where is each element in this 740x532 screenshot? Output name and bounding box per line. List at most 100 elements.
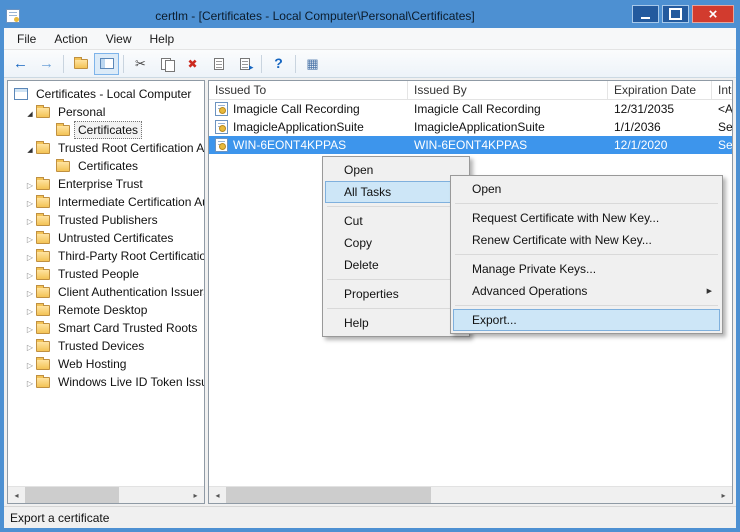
scroll-thumb[interactable]: [226, 487, 431, 503]
back-button[interactable]: [8, 53, 33, 75]
expand-icon[interactable]: [24, 375, 36, 389]
expand-icon[interactable]: [24, 177, 36, 191]
view-options-button[interactable]: [300, 53, 325, 75]
expand-icon[interactable]: [24, 285, 36, 299]
tree-item-windows-live-id[interactable]: Windows Live ID Token Issue: [8, 373, 204, 391]
tree-item-personal[interactable]: Personal: [8, 103, 204, 121]
folder-icon: [36, 251, 50, 262]
minimize-button[interactable]: [632, 5, 659, 23]
folder-icon: [56, 161, 70, 172]
tree-item-trusted-root[interactable]: Trusted Root Certification Au: [8, 139, 204, 157]
menu-file[interactable]: File: [8, 30, 45, 48]
menu-separator: [455, 203, 718, 204]
certificate-row-selected[interactable]: WIN-6EONT4KPPAS WIN-6EONT4KPPAS 12/1/202…: [209, 136, 732, 154]
tree-item-trusted-root-certificates[interactable]: Certificates: [8, 157, 204, 175]
certificate-row[interactable]: ImagicleApplicationSuite ImagicleApplica…: [209, 118, 732, 136]
certificate-icon: [215, 120, 228, 134]
expand-icon[interactable]: [24, 357, 36, 371]
tree-item-web-hosting[interactable]: Web Hosting: [8, 355, 204, 373]
context-menu-item-delete[interactable]: Delete: [325, 254, 467, 276]
scroll-track[interactable]: [25, 487, 187, 503]
copy-button[interactable]: [154, 53, 179, 75]
expand-icon[interactable]: [24, 195, 36, 209]
context-menu-item-cut[interactable]: Cut: [325, 210, 467, 232]
tree-item-personal-certificates[interactable]: Certificates: [8, 121, 204, 139]
scroll-left-button[interactable]: [209, 487, 226, 503]
tree-item-label: Enterprise Trust: [54, 175, 147, 193]
context-menu-item-all-tasks[interactable]: All Tasks: [325, 181, 467, 203]
maximize-button[interactable]: [662, 5, 689, 23]
context-menu-item-help[interactable]: Help: [325, 312, 467, 334]
tree-item-root[interactable]: Certificates - Local Computer: [8, 85, 204, 103]
expand-icon[interactable]: [24, 105, 36, 119]
tree-item-trusted-publishers[interactable]: Trusted Publishers: [8, 211, 204, 229]
column-header-issued-by[interactable]: Issued By: [408, 81, 608, 99]
expand-icon[interactable]: [24, 339, 36, 353]
menu-action[interactable]: Action: [45, 30, 96, 48]
submenu-item-manage-private-keys[interactable]: Manage Private Keys...: [453, 258, 720, 280]
context-menu-item-open[interactable]: Open: [325, 159, 467, 181]
scroll-right-button[interactable]: [715, 487, 732, 503]
close-button[interactable]: [692, 5, 734, 23]
toolbar-separator: [261, 55, 262, 73]
list-horizontal-scrollbar[interactable]: [209, 486, 732, 503]
column-header-intended-purposes[interactable]: Inte: [712, 81, 732, 99]
tree-item-remote-desktop[interactable]: Remote Desktop: [8, 301, 204, 319]
forward-button[interactable]: [34, 53, 59, 75]
tree-horizontal-scrollbar[interactable]: [8, 486, 204, 503]
context-menu-item-copy[interactable]: Copy: [325, 232, 467, 254]
submenu-item-request-certificate-new-key[interactable]: Request Certificate with New Key...: [453, 207, 720, 229]
folder-icon: [56, 125, 70, 136]
folder-icon: [36, 287, 50, 298]
folder-icon: [36, 359, 50, 370]
submenu-item-renew-certificate-new-key[interactable]: Renew Certificate with New Key...: [453, 229, 720, 251]
tree-item-client-auth-issuers[interactable]: Client Authentication Issuers: [8, 283, 204, 301]
folder-icon: [36, 341, 50, 352]
list-header: Issued To Issued By Expiration Date Inte: [209, 81, 732, 100]
tree-item-label: Personal: [54, 103, 109, 121]
properties-icon: [214, 58, 224, 70]
forward-icon: [39, 56, 54, 72]
show-console-tree-button[interactable]: [94, 53, 119, 75]
delete-icon: [187, 56, 197, 72]
tree-item-intermediate-ca[interactable]: Intermediate Certification Au: [8, 193, 204, 211]
expand-icon[interactable]: [24, 303, 36, 317]
tree-item-third-party-root[interactable]: Third-Party Root Certification: [8, 247, 204, 265]
scroll-left-button[interactable]: [8, 487, 25, 503]
tree-item-trusted-devices[interactable]: Trusted Devices: [8, 337, 204, 355]
export-list-button[interactable]: [232, 53, 257, 75]
menu-separator: [327, 308, 465, 309]
scroll-right-button[interactable]: [187, 487, 204, 503]
tree-item-label: Trusted People: [54, 265, 143, 283]
tree-item-trusted-people[interactable]: Trusted People: [8, 265, 204, 283]
tree-item-untrusted-certificates[interactable]: Untrusted Certificates: [8, 229, 204, 247]
scroll-thumb[interactable]: [25, 487, 119, 503]
scroll-track[interactable]: [226, 487, 715, 503]
expand-icon[interactable]: [24, 321, 36, 335]
expand-icon[interactable]: [24, 213, 36, 227]
certificate-row[interactable]: Imagicle Call Recording Imagicle Call Re…: [209, 100, 732, 118]
expand-icon[interactable]: [24, 231, 36, 245]
issued-to-value: Imagicle Call Recording: [233, 102, 360, 116]
expand-icon[interactable]: [24, 141, 36, 155]
submenu-item-export[interactable]: Export...: [453, 309, 720, 331]
expand-icon[interactable]: [24, 267, 36, 281]
menu-view[interactable]: View: [97, 30, 141, 48]
intended-value: <Al: [718, 102, 732, 116]
submenu-item-advanced-operations[interactable]: Advanced Operations: [453, 280, 720, 302]
expand-icon[interactable]: [24, 249, 36, 263]
window-title: certlm - [Certificates - Local Computer\…: [4, 9, 626, 23]
delete-button[interactable]: [180, 53, 205, 75]
menu-help[interactable]: Help: [141, 30, 184, 48]
column-header-issued-to[interactable]: Issued To: [209, 81, 408, 99]
submenu-item-open[interactable]: Open: [453, 178, 720, 200]
help-button[interactable]: [266, 53, 291, 75]
column-header-expiration-date[interactable]: Expiration Date: [608, 81, 712, 99]
tree-item-enterprise-trust[interactable]: Enterprise Trust: [8, 175, 204, 193]
certificate-icon: [215, 138, 228, 152]
properties-button[interactable]: [206, 53, 231, 75]
up-one-level-button[interactable]: [68, 53, 93, 75]
context-menu-item-properties[interactable]: Properties: [325, 283, 467, 305]
cut-button[interactable]: [128, 53, 153, 75]
tree-item-smart-card-roots[interactable]: Smart Card Trusted Roots: [8, 319, 204, 337]
